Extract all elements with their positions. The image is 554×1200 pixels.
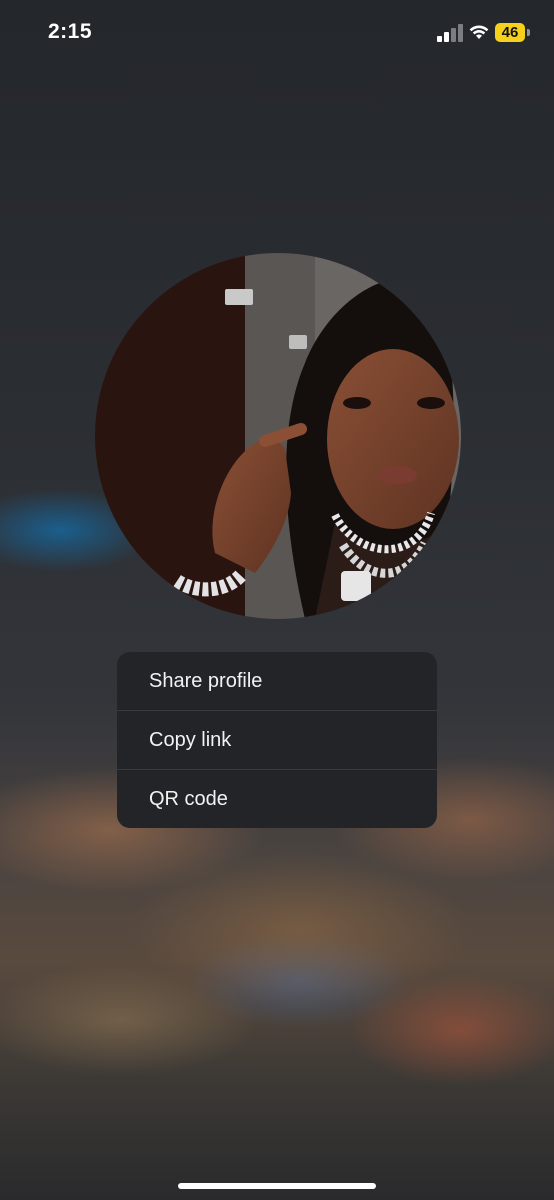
clock-time: 2:15 [48, 20, 93, 43]
qr-code-label: QR code [149, 787, 228, 810]
share-profile-label: Share profile [149, 669, 263, 692]
battery-level: 46 [495, 23, 525, 42]
status-bar: 2:15 46 [0, 0, 554, 66]
battery-cap [527, 29, 530, 36]
share-profile-option[interactable]: Share profile [117, 652, 437, 711]
signal-icon [437, 24, 463, 42]
wifi-icon [469, 25, 489, 39]
copy-link-option[interactable]: Copy link [117, 711, 437, 770]
copy-link-label: Copy link [149, 728, 232, 751]
share-menu: Share profile Copy link QR code [117, 652, 437, 828]
qr-code-option[interactable]: QR code [117, 770, 437, 828]
profile-photo [95, 253, 461, 619]
battery-icon: 46 [495, 23, 531, 42]
home-indicator[interactable] [178, 1183, 376, 1189]
